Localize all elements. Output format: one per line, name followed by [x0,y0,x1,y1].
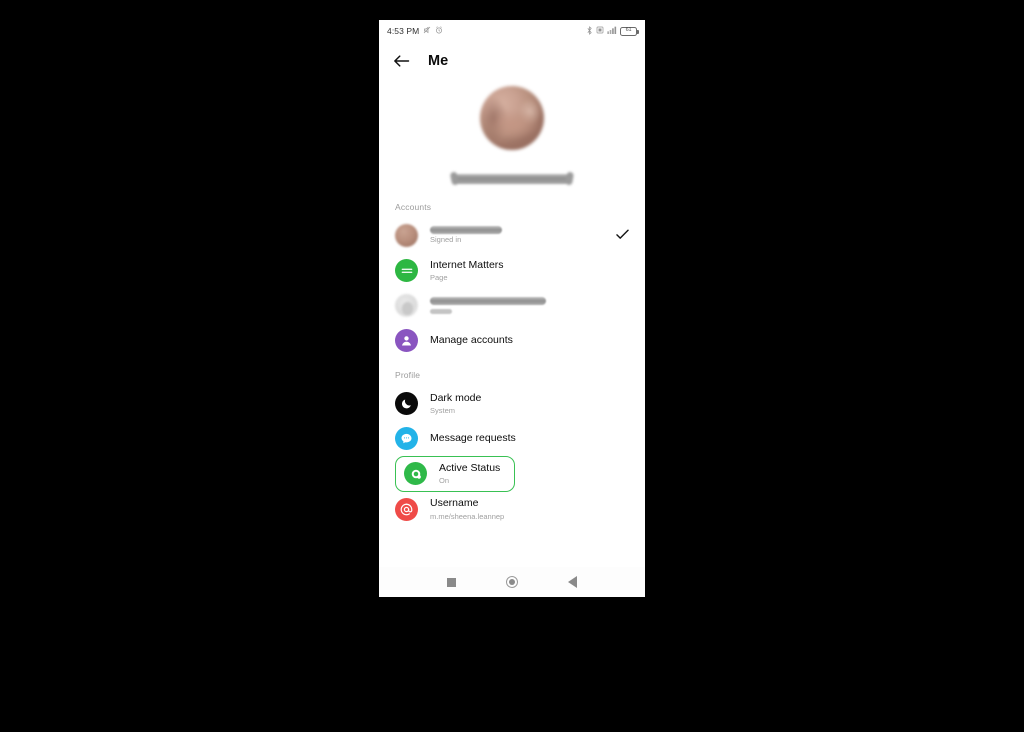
back-triangle-icon[interactable] [568,576,577,588]
status-bar: 4:53 PM 61 [379,20,645,42]
android-nav-bar [379,567,645,597]
section-profile: Profile Dark mode System Message request… [379,370,645,527]
home-circle-icon[interactable] [506,576,518,588]
dark-mode-label: Dark mode [430,391,482,404]
account-name-label: Internet Matters [430,258,504,271]
profile-header [379,80,645,184]
section-label-profile: Profile [395,370,421,380]
message-requests-label: Message requests [430,431,516,444]
mute-icon [423,26,431,36]
page-avatar-faded-icon [395,294,418,317]
account-name-redacted [430,226,502,235]
status-bar-clock: 4:53 PM [387,26,420,36]
account-avatar-icon [395,224,418,247]
app-top-bar: Me [379,42,645,80]
account-type-redacted [430,309,452,314]
phone-screen: 4:53 PM 61 Me Accounts Signed in Interne… [379,20,645,597]
manage-accounts-label: Manage accounts [430,333,513,346]
username-value: m.me/sheena.leannep [430,511,505,521]
screenshot-canvas: 4:53 PM 61 Me Accounts Signed in Interne… [0,0,1024,732]
bluetooth-icon [586,25,593,37]
signal-bars-icon [607,26,617,36]
profile-photo-avatar[interactable] [480,86,544,150]
active-status-text: Active Status On [439,462,500,486]
chat-bubble-icon [395,427,418,450]
battery-icon: 61 [620,26,639,36]
dark-mode-row[interactable]: Dark mode System [379,386,645,421]
account-status-label: Signed in [430,235,462,245]
account-name-redacted [430,297,546,305]
active-status-label: Active Status [439,462,501,474]
section-accounts: Accounts Signed in Internet Matters Page [379,202,645,358]
username-text: Username m.me/sheena.leannep [430,497,504,521]
account-row-text: Internet Matters Page [430,259,504,283]
account-row-text [430,297,546,314]
at-sign-icon [395,497,418,521]
recents-square-icon[interactable] [447,577,456,587]
account-row-internet-matters[interactable]: Internet Matters Page [379,253,645,288]
account-row-signed-in[interactable]: Signed in [379,218,645,253]
username-row[interactable]: Username m.me/sheena.leannep [379,492,645,527]
sim-card-icon [596,26,604,36]
dark-mode-text: Dark mode System [430,392,481,416]
username-label: Username [430,497,479,510]
page-title: Me [428,53,449,69]
account-row-text: Signed in [430,226,502,245]
active-status-value: On [439,476,450,486]
back-arrow-icon[interactable] [393,54,410,68]
status-bar-left: 4:53 PM [387,26,443,36]
active-status-icon [404,462,427,486]
battery-level-label: 61 [625,27,632,34]
active-status-row[interactable]: Active Status On [395,456,515,492]
page-avatar-green-icon [395,259,418,282]
moon-icon [395,392,418,415]
message-requests-text: Message requests [430,432,516,445]
section-label-accounts: Accounts [395,202,432,212]
manage-accounts-person-icon [395,329,418,352]
profile-name-redacted [454,174,570,184]
message-requests-row[interactable]: Message requests [379,421,645,456]
checkmark-icon [616,227,629,245]
account-row-redacted-page[interactable] [379,288,645,323]
alarm-icon [435,26,443,36]
status-bar-right: 61 [586,25,639,37]
manage-accounts-row[interactable]: Manage accounts [379,323,645,358]
account-type-label: Page [430,272,448,282]
manage-accounts-text: Manage accounts [430,334,513,347]
dark-mode-value: System [430,405,456,415]
